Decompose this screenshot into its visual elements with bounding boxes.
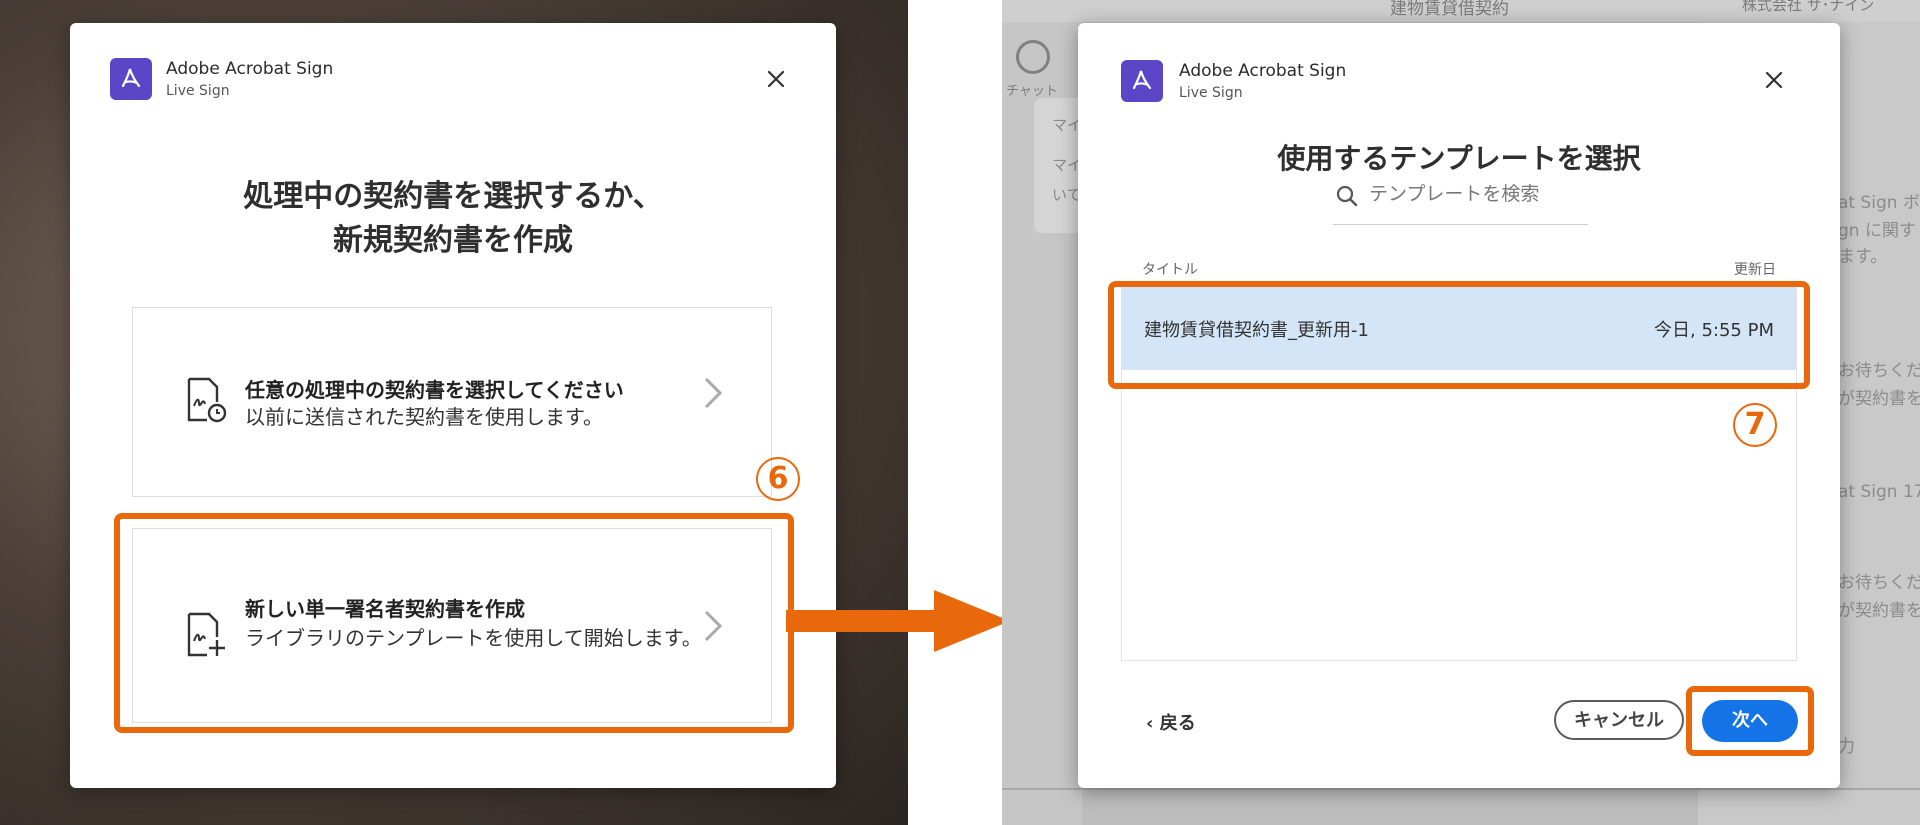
bg-text: at Sign 17	[1838, 482, 1920, 502]
bg-text: 力	[1838, 737, 1855, 757]
step-number-badge: 7	[1733, 403, 1777, 447]
close-icon[interactable]	[764, 67, 788, 91]
background-window-title: 建物賃貸借契約	[1390, 0, 1509, 19]
dialog-heading-line2: 新規契約書を作成	[333, 223, 573, 258]
bg-text: が契約書を	[1838, 601, 1920, 621]
column-header-updated: 更新日	[1734, 262, 1776, 278]
highlight-box-template-row	[1108, 281, 1810, 389]
step-number-badge: 6	[756, 457, 800, 501]
bg-text: が契約書を	[1838, 389, 1920, 409]
template-select-dialog: Adobe Acrobat Sign Live Sign 使用するテンプレートを…	[1078, 23, 1840, 788]
back-label: 戻る	[1159, 713, 1196, 734]
bg-text: gn に関す	[1838, 221, 1916, 241]
highlight-box-next	[1686, 686, 1814, 756]
template-search[interactable]	[1333, 178, 1588, 225]
acrobat-logo-icon	[1121, 60, 1163, 102]
background-title-bar: 建物賃貸借契約 株式会社 サ･ナイン	[1002, 0, 1920, 22]
bg-text: ます。	[1838, 247, 1888, 267]
bg-text: at Sign ボ	[1838, 193, 1920, 213]
document-clock-icon	[185, 376, 229, 428]
option-title: 任意の処理中の契約書を選択してください	[245, 378, 624, 402]
acrobat-logo-icon	[110, 58, 152, 100]
select-in-progress-option[interactable]: 任意の処理中の契約書を選択してください 以前に送信された契約書を使用します。	[132, 307, 772, 497]
app-name: Adobe Acrobat Sign	[166, 59, 334, 79]
column-header-title: タイトル	[1142, 262, 1198, 278]
arrow-right-icon	[786, 610, 936, 632]
app-subtitle: Live Sign	[1179, 85, 1243, 101]
bg-text: お待ちくだ	[1838, 361, 1920, 381]
highlight-box-create-new	[114, 513, 794, 733]
close-icon[interactable]	[1762, 68, 1786, 92]
chat-icon	[1016, 40, 1050, 74]
chat-label: チャット	[1006, 84, 1058, 99]
chevron-left-icon: ‹	[1146, 713, 1154, 734]
search-input[interactable]	[1367, 182, 1581, 206]
chevron-right-icon	[703, 376, 723, 414]
background-divider	[1002, 788, 1920, 790]
dialog-heading-line1: 処理中の契約書を選択するか、	[243, 179, 663, 214]
option-description: 以前に送信された契約書を使用します。	[245, 405, 603, 429]
cancel-button[interactable]: キャンセル	[1554, 700, 1684, 740]
app-subtitle: Live Sign	[166, 83, 230, 99]
agreement-choice-dialog: Adobe Acrobat Sign Live Sign 処理中の契約書を選択す…	[70, 23, 836, 788]
dialog-heading: 使用するテンプレートを選択	[1277, 142, 1641, 175]
bg-text: お待ちくだ	[1838, 573, 1920, 593]
background-org-name: 株式会社 サ･ナイン	[1742, 0, 1875, 14]
arrow-head-icon	[934, 590, 1010, 652]
left-screenshot-panel: Adobe Acrobat Sign Live Sign 処理中の契約書を選択す…	[0, 0, 908, 825]
back-button[interactable]: ‹ 戻る	[1146, 709, 1196, 735]
app-name: Adobe Acrobat Sign	[1179, 61, 1347, 81]
search-icon	[1335, 184, 1359, 212]
